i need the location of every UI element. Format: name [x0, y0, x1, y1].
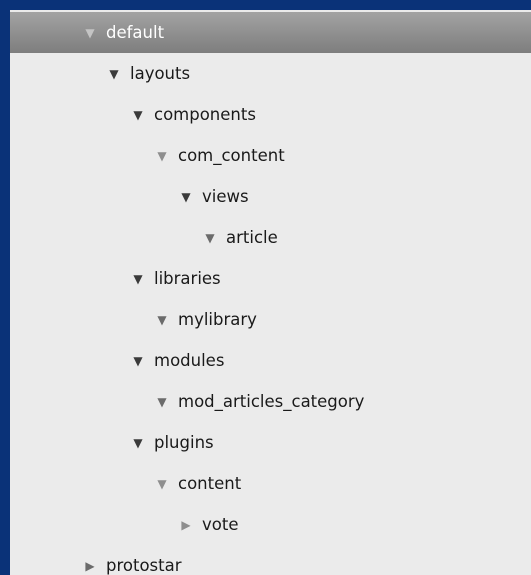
tree-item-label: protostar — [106, 556, 182, 575]
tree-item-label: content — [178, 474, 242, 493]
triangle-down-icon[interactable]: ▼ — [152, 478, 172, 490]
tree-item-components[interactable]: ▼ components — [10, 94, 531, 135]
triangle-down-icon[interactable]: ▼ — [152, 396, 172, 408]
tree-item-label: libraries — [154, 269, 221, 288]
tree-item-protostar[interactable]: ▶ protostar — [10, 545, 531, 575]
tree-item-label: views — [202, 187, 249, 206]
tree-item-label: article — [226, 228, 278, 247]
triangle-down-icon[interactable]: ▼ — [152, 150, 172, 162]
tree-item-label: default — [106, 23, 165, 42]
tree-item-plugins[interactable]: ▼ plugins — [10, 422, 531, 463]
triangle-right-icon[interactable]: ▶ — [176, 519, 196, 531]
triangle-down-icon[interactable]: ▼ — [128, 355, 148, 367]
tree-item-layouts[interactable]: ▼ layouts — [10, 53, 531, 94]
tree-item-label: vote — [202, 515, 239, 534]
tree-item-label: plugins — [154, 433, 214, 452]
triangle-down-icon[interactable]: ▼ — [80, 27, 100, 39]
tree-item-label: mylibrary — [178, 310, 257, 329]
tree-item-label: components — [154, 105, 256, 124]
window-frame: ▼ default ▼ layouts ▼ components ▼ com_c… — [0, 0, 531, 575]
tree-item-com-content[interactable]: ▼ com_content — [10, 135, 531, 176]
file-tree: ▼ default ▼ layouts ▼ components ▼ com_c… — [10, 10, 531, 575]
tree-item-default[interactable]: ▼ default — [10, 12, 531, 53]
tree-item-label: com_content — [178, 146, 285, 165]
triangle-down-icon[interactable]: ▼ — [152, 314, 172, 326]
triangle-down-icon[interactable]: ▼ — [128, 273, 148, 285]
tree-item-label: layouts — [130, 64, 191, 83]
tree-item-article[interactable]: ▼ article — [10, 217, 531, 258]
triangle-down-icon[interactable]: ▼ — [128, 109, 148, 121]
tree-item-label: modules — [154, 351, 225, 370]
tree-item-libraries[interactable]: ▼ libraries — [10, 258, 531, 299]
tree-item-label: mod_articles_category — [178, 392, 365, 411]
tree-item-mod-articles-category[interactable]: ▼ mod_articles_category — [10, 381, 531, 422]
triangle-down-icon[interactable]: ▼ — [128, 437, 148, 449]
triangle-down-icon[interactable]: ▼ — [200, 232, 220, 244]
tree-item-mylibrary[interactable]: ▼ mylibrary — [10, 299, 531, 340]
triangle-down-icon[interactable]: ▼ — [104, 68, 124, 80]
tree-item-modules[interactable]: ▼ modules — [10, 340, 531, 381]
triangle-down-icon[interactable]: ▼ — [176, 191, 196, 203]
tree-item-vote[interactable]: ▶ vote — [10, 504, 531, 545]
tree-item-content[interactable]: ▼ content — [10, 463, 531, 504]
tree-item-views[interactable]: ▼ views — [10, 176, 531, 217]
triangle-right-icon[interactable]: ▶ — [80, 560, 100, 572]
